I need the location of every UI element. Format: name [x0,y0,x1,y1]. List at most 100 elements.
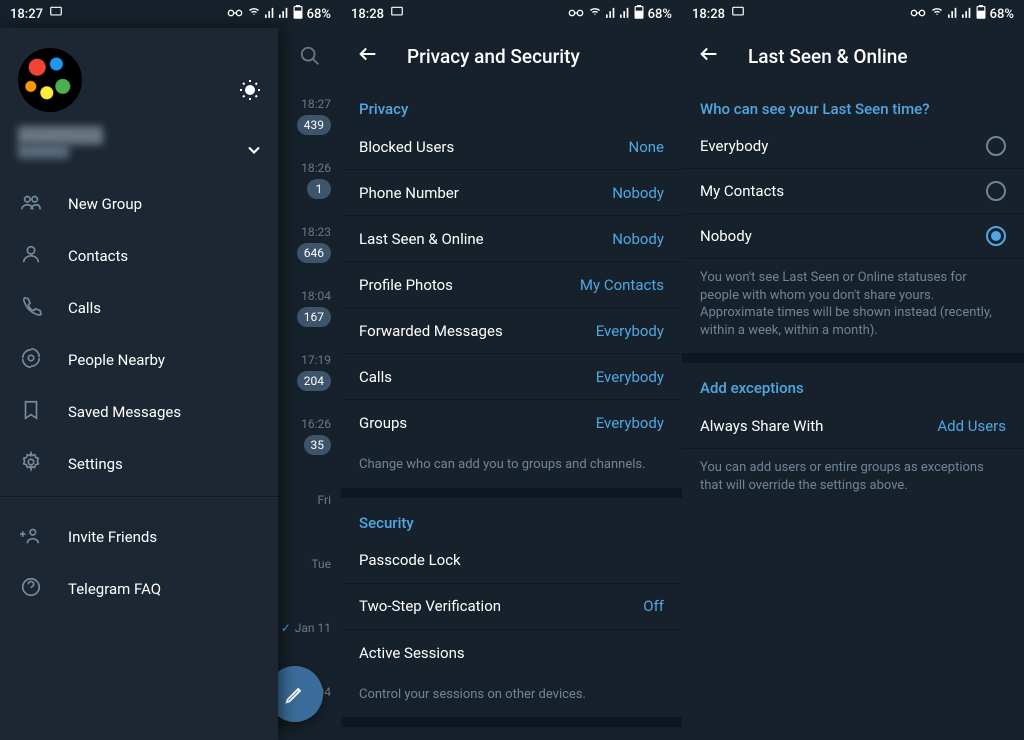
group-icon [20,191,42,217]
drawer-item-gear[interactable]: Settings [0,438,278,490]
chat-peek-row[interactable]: 18:23 646 [279,212,341,276]
settings-row[interactable]: CallsEverybody [341,354,682,400]
settings-header: Last Seen & Online [682,28,1024,84]
settings-row[interactable]: GroupsEverybody [341,400,682,446]
radio-option[interactable]: My Contacts [682,169,1024,214]
row-value: Everybody [596,368,664,386]
settings-row[interactable]: Forwarded Messages Everybody [341,308,682,354]
chevron-down-icon[interactable] [244,140,264,164]
settings-row[interactable]: Two-Step Verification Off [341,584,682,630]
row-label: Blocked Users [359,138,454,156]
signal-icon [265,6,275,22]
radio-option[interactable]: Nobody [682,214,1024,259]
radio-label: My Contacts [700,182,784,200]
page-title: Privacy and Security [407,45,580,68]
section-footer: Control your sessions on other devices. [341,676,682,718]
battery-icon [976,5,986,23]
search-icon[interactable] [279,28,341,84]
section-title-privacy: Privacy [341,84,682,124]
row-label: Active Sessions [359,644,465,662]
back-arrow-icon[interactable] [698,43,720,69]
row-value: Nobody [612,184,664,202]
radio-label: Everybody [700,137,768,155]
drawer-item-group[interactable]: New Group [0,178,278,230]
account-name: ████████ [18,126,260,144]
row-value: None [629,138,665,156]
bookmark-icon [20,399,42,425]
row-label: Forwarded Messages [359,322,503,340]
chat-peek-row[interactable]: 18:261 [279,148,341,212]
drawer-item-label: Invite Friends [68,528,157,546]
row-value: My Contacts [580,276,664,294]
drawer-item-bookmark[interactable]: Saved Messages [0,386,278,438]
navigation-drawer: ████████ ██████ New GroupContactsCallsPe… [0,28,278,740]
phone-icon [20,295,42,321]
radio-option[interactable]: Everybody [682,124,1024,169]
settings-row[interactable]: Profile Photos My Contacts [341,262,682,308]
drawer-item-help[interactable]: Telegram FAQ [0,563,278,615]
row-label: Passcode Lock [359,551,461,569]
row-label: Always Share With [700,417,823,435]
row-label: Two-Step Verification [359,597,501,615]
row-value: Everybody [596,414,664,432]
peek-date: ✓Dec 31 [279,724,341,740]
unread-badge: 35 [304,435,332,455]
drawer-item-invite[interactable]: Invite Friends [0,511,278,563]
drawer-item-label: Contacts [68,247,128,265]
section-footer: You won't see Last Seen or Online status… [682,259,1024,353]
unread-badge: 204 [297,371,331,391]
unread-badge: 167 [297,307,331,327]
drawer-item-label: New Group [68,195,142,213]
status-time: 18:28 [351,7,384,22]
drawer-item-label: Calls [68,299,101,317]
settings-row[interactable]: Passcode Lock [341,538,682,584]
chat-peek-row[interactable]: 17:19204 [279,340,341,404]
signal-icon [948,6,958,22]
chat-list-peek: 18:27 439 18:261 18:23 646 18:04 167 17:1920416… [279,28,341,740]
peek-time: 18:23 [301,225,331,239]
nearby-icon [20,347,42,373]
avatar[interactable] [18,48,82,112]
row-value: Nobody [612,230,664,248]
vpn-icon [568,7,584,22]
drawer-item-label: People Nearby [68,351,165,369]
chat-peek-row[interactable]: 18:27 439 [279,84,341,148]
settings-row[interactable]: Phone Number Nobody [341,170,682,216]
section-title-delete: Delete my account [341,727,682,740]
settings-header: Privacy and Security [341,28,682,84]
row-label: Phone Number [359,184,459,202]
signal-icon [606,6,616,22]
peek-time: 18:04 [301,289,331,303]
settings-row[interactable]: Active Sessions [341,630,682,676]
battery-icon [293,5,303,23]
section-title-security: Security [341,498,682,538]
theme-toggle-icon[interactable] [238,78,262,106]
row-label: Last Seen & Online [359,230,484,248]
peek-time: 18:27 [301,97,331,111]
unread-badge: 646 [297,243,331,263]
row-label: Profile Photos [359,276,453,294]
section-title-who: Who can see your Last Seen time? [682,84,1024,124]
settings-row[interactable]: Last Seen & Online Nobody [341,216,682,262]
row-value: Everybody [596,322,664,340]
battery-icon [634,5,644,23]
status-bar: 18:28 68% [682,0,1024,28]
peek-day: Tue [279,532,341,596]
radio-indicator [986,136,1006,156]
unread-badge: 439 [297,115,331,135]
exception-row[interactable]: Always Share With Add Users [682,403,1024,449]
signal2-icon [962,6,972,22]
peek-time: 18:26 [301,161,331,175]
row-value: Off [643,597,664,615]
settings-row[interactable]: Blocked Users None [341,124,682,170]
drawer-item-phone[interactable]: Calls [0,282,278,334]
chat-peek-row[interactable]: 16:2635 [279,404,341,468]
divider [0,496,278,497]
gear-icon [20,451,42,477]
drawer-item-person[interactable]: Contacts [0,230,278,282]
drawer-item-label: Telegram FAQ [68,580,161,598]
chat-peek-row[interactable]: 18:04 167 [279,276,341,340]
cast-icon [731,5,745,23]
back-arrow-icon[interactable] [357,43,379,69]
drawer-item-nearby[interactable]: People Nearby [0,334,278,386]
